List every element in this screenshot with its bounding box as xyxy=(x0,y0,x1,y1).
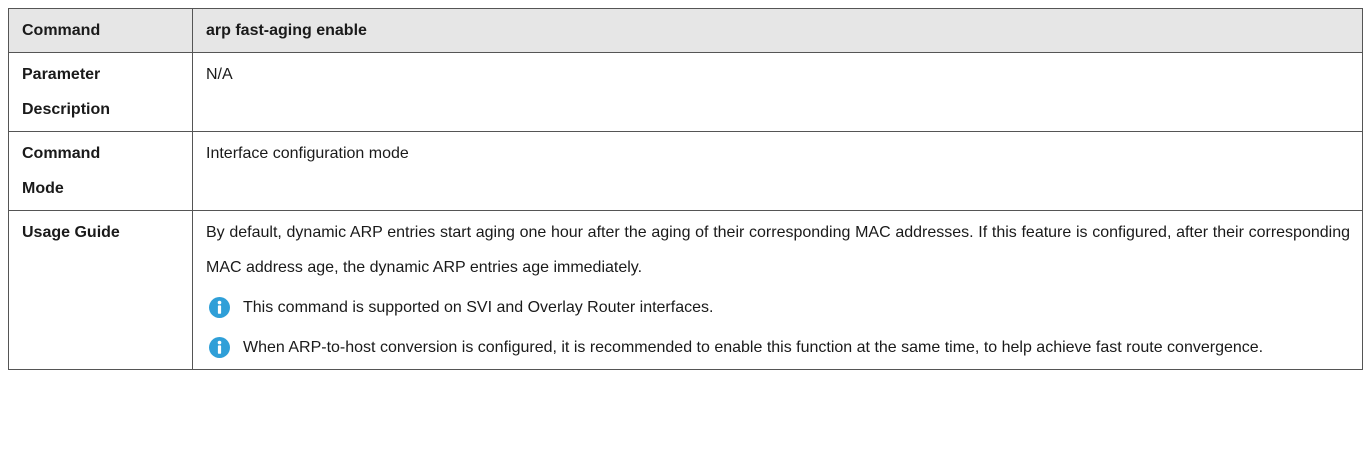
parameter-description-label-line1: Parameter xyxy=(22,66,101,83)
usage-guide-paragraph: By default, dynamic ARP entries start ag… xyxy=(206,224,1350,276)
usage-guide-content: By default, dynamic ARP entries start ag… xyxy=(192,210,1363,370)
usage-guide-label: Usage Guide xyxy=(8,210,193,370)
parameter-description-label-line2: Description xyxy=(22,101,111,118)
command-mode-label-line1: Command xyxy=(22,145,101,162)
command-syntax: arp fast-aging enable xyxy=(192,8,1363,53)
command-mode-value: Interface configuration mode xyxy=(192,131,1363,211)
command-row: Command arp fast-aging enable xyxy=(8,8,1363,53)
parameter-description-row: Parameter Description N/A xyxy=(8,52,1363,132)
parameter-description-value: N/A xyxy=(192,52,1363,132)
command-mode-label-line2: Mode xyxy=(22,180,64,197)
info-icon xyxy=(209,297,230,318)
note-item: This command is supported on SVI and Ove… xyxy=(206,290,1350,325)
command-label: Command xyxy=(8,8,193,53)
note-text: When ARP-to-host conversion is configure… xyxy=(243,339,1264,356)
command-mode-label: Command Mode xyxy=(8,131,193,211)
info-icon xyxy=(209,337,230,358)
parameter-description-label: Parameter Description xyxy=(8,52,193,132)
note-text: This command is supported on SVI and Ove… xyxy=(243,299,714,316)
usage-guide-row: Usage Guide By default, dynamic ARP entr… xyxy=(8,210,1363,370)
note-item: When ARP-to-host conversion is configure… xyxy=(206,330,1350,365)
command-mode-row: Command Mode Interface configuration mod… xyxy=(8,131,1363,211)
command-reference-table: Command arp fast-aging enable Parameter … xyxy=(8,8,1363,370)
